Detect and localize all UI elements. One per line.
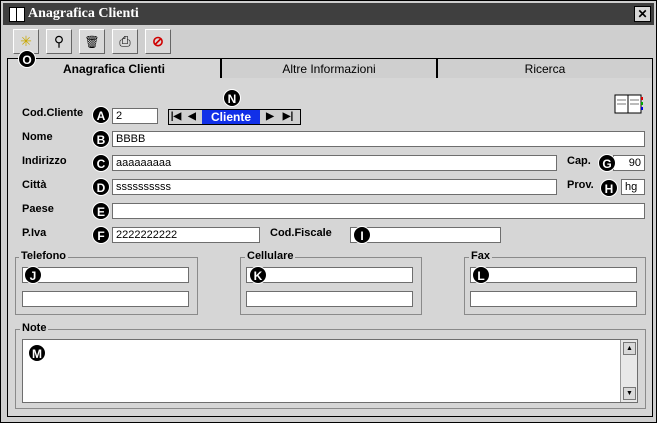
telefono-field-1[interactable] bbox=[22, 267, 189, 283]
telefono-label: Telefono bbox=[19, 250, 69, 262]
callout-badge-d: D bbox=[92, 178, 110, 196]
cod-cliente-label: Cod.Cliente bbox=[22, 107, 84, 119]
prev-record-button[interactable]: ◀ bbox=[185, 110, 199, 124]
note-textarea[interactable]: ▲ ▼ bbox=[22, 339, 638, 403]
paese-label: Paese bbox=[22, 203, 54, 215]
first-record-button[interactable]: |◀ bbox=[169, 110, 183, 124]
fax-field-1[interactable] bbox=[470, 267, 637, 283]
print-button[interactable]: ⎙ bbox=[112, 29, 138, 54]
callout-badge-h: H bbox=[600, 179, 618, 197]
book-icon bbox=[9, 7, 25, 22]
fax-field-2[interactable] bbox=[470, 291, 637, 307]
callout-badge-b: B bbox=[92, 130, 110, 148]
scroll-down-icon[interactable]: ▼ bbox=[623, 387, 636, 400]
citta-field[interactable]: ssssssssss bbox=[112, 179, 557, 195]
callout-badge-o: O bbox=[18, 50, 36, 68]
prov-field[interactable]: hg bbox=[621, 179, 645, 195]
callout-badge-e: E bbox=[92, 202, 110, 220]
delete-button[interactable]: 🗑 bbox=[79, 29, 105, 54]
address-book-icon bbox=[614, 94, 643, 114]
tab-anagrafica-clienti[interactable]: Anagrafica Clienti bbox=[7, 58, 221, 80]
trash-icon: 🗑 bbox=[84, 35, 100, 49]
callout-badge-j: J bbox=[24, 266, 42, 284]
callout-badge-l: L bbox=[472, 266, 490, 284]
cancel-button[interactable]: ⊘ bbox=[145, 29, 171, 54]
next-record-button[interactable]: ▶ bbox=[263, 110, 277, 124]
piva-field[interactable]: 2222222222 bbox=[112, 227, 260, 243]
window: Anagrafica Clienti ✕ ✳ ⚲ 🗑 ⎙ ⊘ Anagrafic… bbox=[0, 0, 657, 423]
record-navigator: |◀ ◀ Cliente ▶ ▶| bbox=[168, 109, 301, 125]
tab-ricerca[interactable]: Ricerca bbox=[437, 58, 653, 79]
callout-badge-c: C bbox=[92, 154, 110, 172]
binoculars-icon: ⚲ bbox=[53, 33, 65, 49]
window-title: Anagrafica Clienti bbox=[28, 6, 139, 21]
cellulare-field-2[interactable] bbox=[246, 291, 413, 307]
fax-label: Fax bbox=[469, 250, 492, 262]
search-button[interactable]: ⚲ bbox=[46, 29, 72, 54]
cod-fiscale-field[interactable] bbox=[350, 227, 501, 243]
cod-fiscale-label: Cod.Fiscale bbox=[270, 227, 332, 239]
note-label: Note bbox=[20, 322, 49, 334]
note-scrollbar[interactable]: ▲ ▼ bbox=[620, 340, 637, 402]
telefono-field-2[interactable] bbox=[22, 291, 189, 307]
callout-badge-n: N bbox=[223, 89, 241, 107]
cellulare-field-1[interactable] bbox=[246, 267, 413, 283]
piva-label: P.Iva bbox=[22, 227, 47, 239]
callout-badge-k: K bbox=[249, 266, 267, 284]
cap-field[interactable]: 90 bbox=[613, 155, 645, 171]
citta-label: Città bbox=[22, 179, 47, 191]
indirizzo-label: Indirizzo bbox=[22, 155, 67, 167]
callout-badge-a: A bbox=[92, 106, 110, 124]
printer-icon: ⎙ bbox=[119, 33, 131, 49]
scroll-up-icon[interactable]: ▲ bbox=[623, 342, 636, 355]
cod-cliente-field[interactable]: 2 bbox=[112, 108, 158, 124]
indirizzo-field[interactable]: aaaaaaaaa bbox=[112, 155, 557, 171]
close-button[interactable]: ✕ bbox=[634, 6, 651, 22]
callout-badge-m: M bbox=[28, 344, 46, 362]
callout-badge-g: G bbox=[598, 154, 616, 172]
callout-badge-f: F bbox=[92, 226, 110, 244]
last-record-button[interactable]: ▶| bbox=[281, 110, 295, 124]
paese-field[interactable] bbox=[112, 203, 645, 219]
sparkle-icon: ✳ bbox=[20, 33, 32, 49]
tab-altre-informazioni[interactable]: Altre Informazioni bbox=[221, 58, 437, 79]
prov-label: Prov. bbox=[567, 179, 594, 191]
cellulare-label: Cellulare bbox=[245, 250, 296, 262]
nome-field[interactable]: BBBB bbox=[112, 131, 645, 147]
nome-label: Nome bbox=[22, 131, 53, 143]
navigator-label: Cliente bbox=[202, 110, 260, 124]
no-entry-icon: ⊘ bbox=[152, 33, 164, 49]
title-bar[interactable]: Anagrafica Clienti ✕ bbox=[3, 3, 654, 25]
callout-badge-i: I bbox=[353, 226, 371, 244]
cap-label: Cap. bbox=[567, 155, 591, 167]
